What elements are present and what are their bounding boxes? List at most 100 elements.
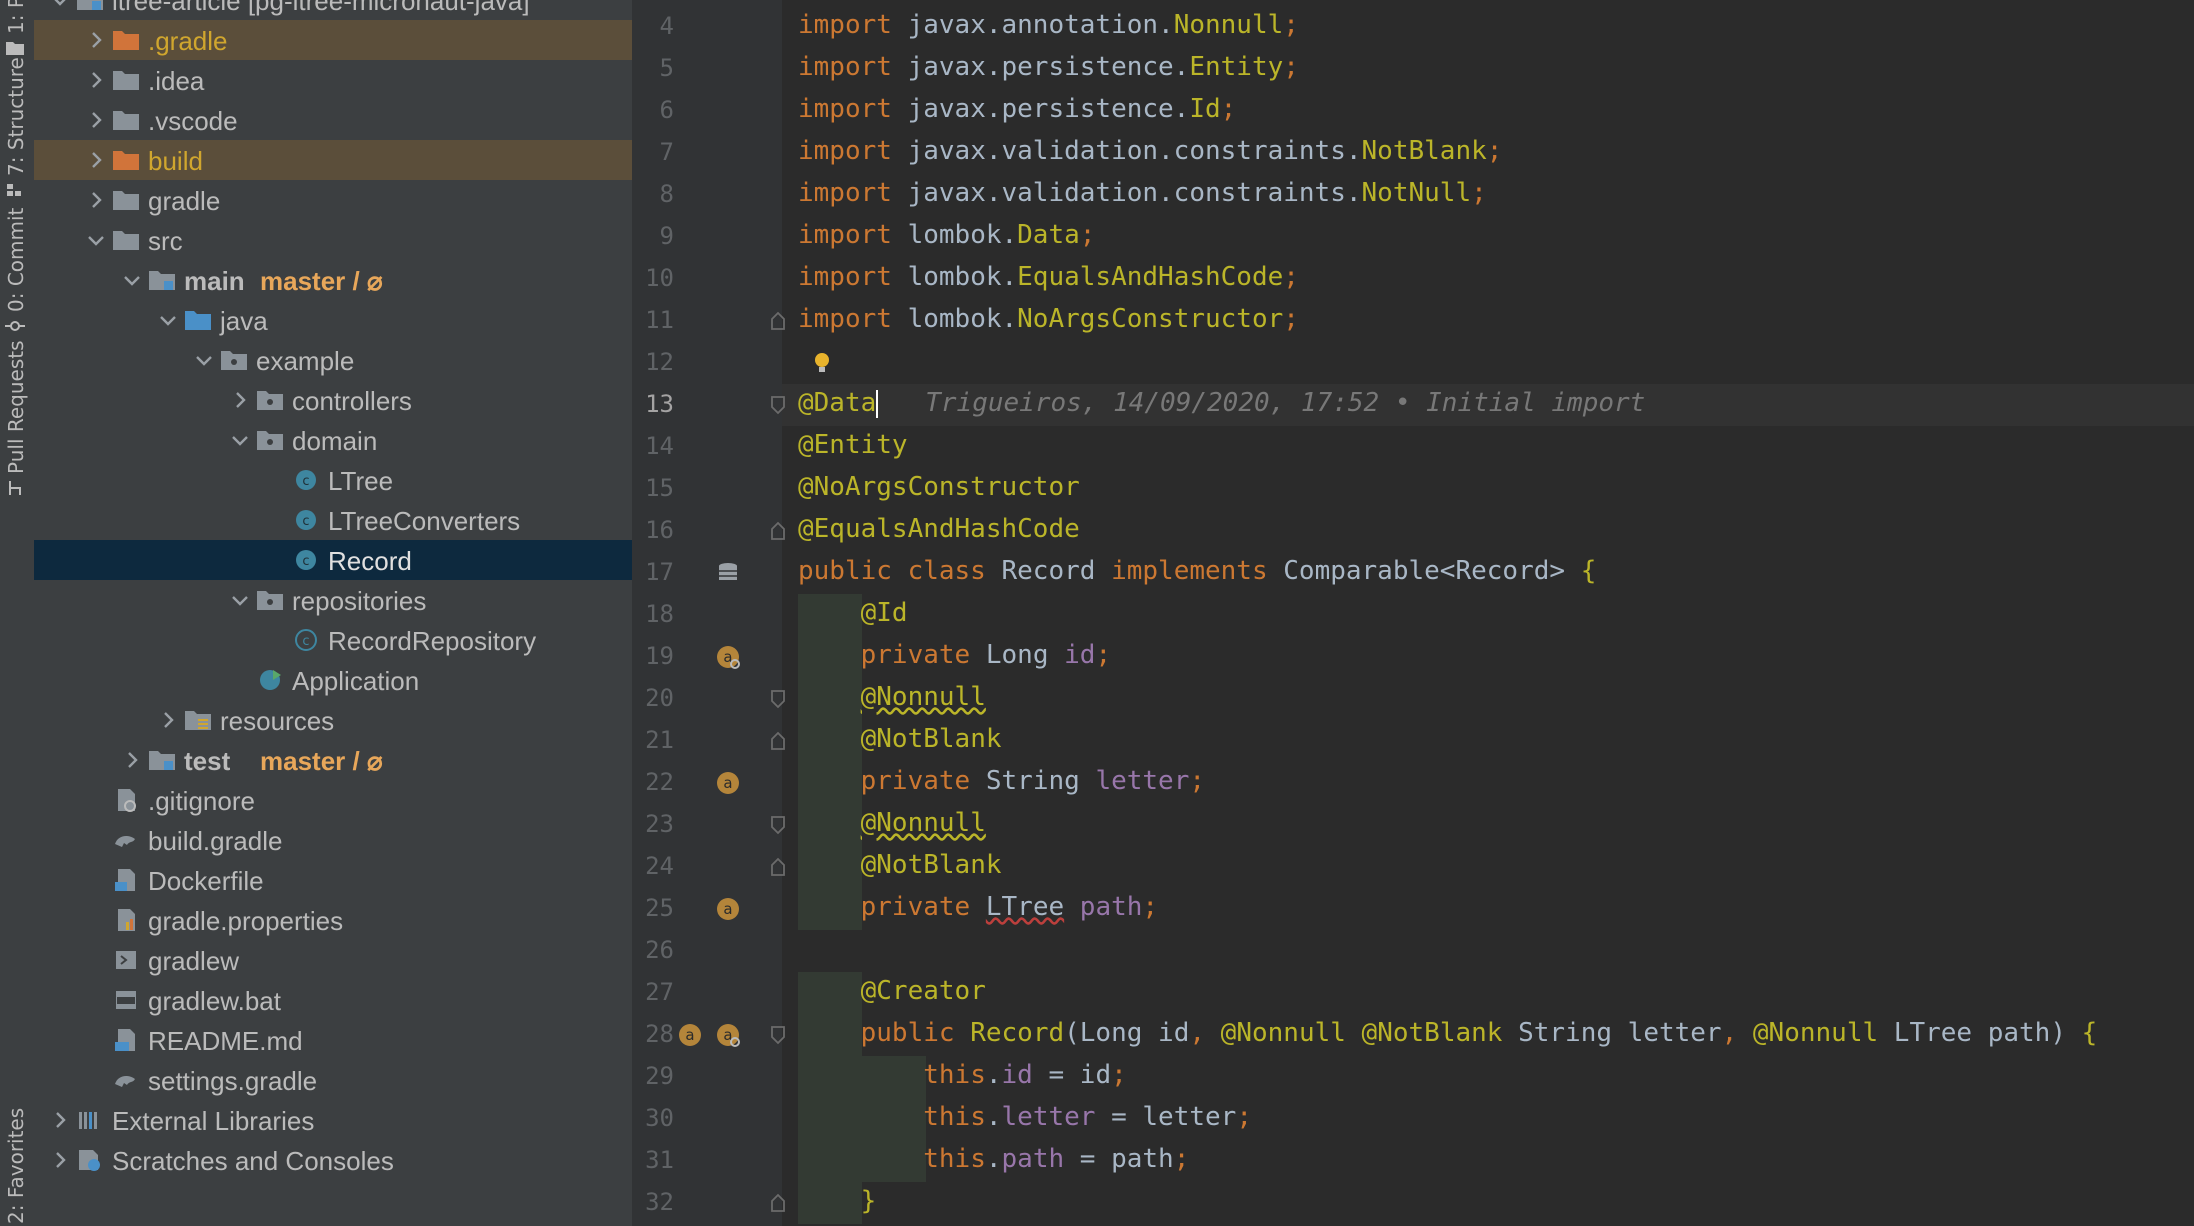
tree-item[interactable]: resources — [34, 700, 632, 740]
jpa-attribute-icon[interactable]: a — [678, 1023, 702, 1047]
chevron-right-icon[interactable] — [86, 150, 106, 170]
code-line[interactable]: import javax.validation.constraints.NotB… — [798, 136, 1502, 166]
tree-item[interactable]: gradle — [34, 180, 632, 220]
tree-item[interactable]: .vscode — [34, 100, 632, 140]
tree-item[interactable]: settings.gradle — [34, 1060, 632, 1100]
tree-item[interactable]: c LTree — [34, 460, 632, 500]
fold-icon[interactable] — [766, 687, 790, 711]
jpa-attribute-icon[interactable]: a — [716, 897, 740, 921]
lightbulb-icon[interactable] — [810, 351, 834, 375]
tree-item[interactable]: ltree-article [pg-ltree-micronaut-java] — [34, 0, 632, 20]
code-token: . — [985, 1060, 1002, 1090]
jpa-attribute-id-icon[interactable]: a — [716, 1023, 740, 1047]
code-line[interactable]: this.id = id; — [798, 1060, 1127, 1090]
chevron-down-icon[interactable] — [230, 590, 250, 610]
tree-item[interactable]: External Libraries — [34, 1100, 632, 1140]
tree-item[interactable]: test master / ⌀ — [34, 740, 632, 780]
chevron-right-icon[interactable] — [158, 710, 178, 730]
tree-item[interactable]: README.md — [34, 1020, 632, 1060]
tree-item[interactable]: java — [34, 300, 632, 340]
code-line[interactable]: import lombok.Data; — [798, 220, 1095, 250]
fold-icon[interactable] — [766, 813, 790, 837]
tree-item[interactable]: build.gradle — [34, 820, 632, 860]
fold-icon[interactable] — [766, 1023, 790, 1047]
tree-item[interactable]: .gitignore — [34, 780, 632, 820]
chevron-right-icon[interactable] — [230, 390, 250, 410]
jpa-attribute-id-icon[interactable]: a — [716, 645, 740, 669]
code-line[interactable]: public class Record implements Comparabl… — [798, 556, 1596, 586]
code-line[interactable]: import lombok.EqualsAndHashCode; — [798, 262, 1299, 292]
code-line[interactable]: @Nonnull — [798, 808, 986, 838]
fold-icon[interactable] — [766, 393, 790, 417]
chevron-down-icon[interactable] — [50, 0, 70, 10]
tree-item[interactable]: Scratches and Consoles — [34, 1140, 632, 1180]
code-line[interactable]: @EqualsAndHashCode — [798, 514, 1080, 544]
fold-end-icon[interactable] — [766, 309, 790, 333]
chevron-down-icon[interactable] — [86, 230, 106, 250]
fold-end-icon[interactable] — [766, 855, 790, 879]
tab-pull-requests[interactable]: Pull Requests — [0, 340, 34, 506]
fold-end-icon[interactable] — [766, 519, 790, 543]
chevron-right-icon[interactable] — [122, 750, 142, 770]
code-line[interactable]: private LTree path; — [798, 892, 1158, 922]
tree-item[interactable]: main master / ⌀ — [34, 260, 632, 300]
chevron-right-icon[interactable] — [86, 110, 106, 130]
code-line[interactable]: @NoArgsConstructor — [798, 472, 1080, 502]
database-icon[interactable] — [716, 561, 740, 585]
tree-item[interactable]: controllers — [34, 380, 632, 420]
code-line[interactable]: private String letter; — [798, 766, 1205, 796]
code-line[interactable]: @Nonnull — [798, 682, 986, 712]
chevron-down-icon[interactable] — [194, 350, 214, 370]
jpa-attribute-icon[interactable]: a — [716, 771, 740, 795]
code-line[interactable]: import javax.persistence.Id; — [798, 94, 1236, 124]
fold-end-icon[interactable] — [766, 1191, 790, 1215]
chevron-right-icon[interactable] — [86, 190, 106, 210]
code-token: ; — [1283, 304, 1299, 334]
code-line[interactable]: import javax.annotation.Nonnull; — [798, 10, 1299, 40]
tree-item[interactable]: domain — [34, 420, 632, 460]
chevron-right-icon[interactable] — [50, 1110, 70, 1130]
code-line[interactable]: } — [798, 1186, 877, 1216]
chevron-right-icon[interactable] — [50, 1150, 70, 1170]
code-line[interactable]: import lombok.NoArgsConstructor; — [798, 304, 1299, 334]
chevron-right-icon[interactable] — [86, 30, 106, 50]
code-line[interactable]: private Long id; — [798, 640, 1111, 670]
code-line[interactable]: import javax.validation.constraints.NotN… — [798, 178, 1487, 208]
code-line[interactable]: this.letter = letter; — [798, 1102, 1252, 1132]
code-line[interactable]: @Id — [798, 598, 908, 628]
tree-item[interactable]: build — [34, 140, 632, 180]
code-line[interactable]: @Data Trigueiros, 14/09/2020, 17:52 • In… — [798, 388, 1645, 418]
resources-folder-icon — [185, 711, 211, 730]
tree-item[interactable]: gradlew.bat — [34, 980, 632, 1020]
tree-item[interactable]: .gradle — [34, 20, 632, 60]
tree-item[interactable]: Application — [34, 660, 632, 700]
code-line[interactable]: @NotBlank — [798, 724, 1002, 754]
tree-item[interactable]: gradle.properties — [34, 900, 632, 940]
chevron-down-icon[interactable] — [158, 310, 178, 330]
fold-end-icon[interactable] — [766, 729, 790, 753]
tree-item[interactable]: Dockerfile — [34, 860, 632, 900]
chevron-down-icon[interactable] — [122, 270, 142, 290]
code-line[interactable]: public Record(Long id, @Nonnull @NotBlan… — [798, 1018, 2098, 1048]
code-line[interactable]: @Creator — [798, 976, 986, 1006]
code-line[interactable]: this.path = path; — [798, 1144, 1189, 1174]
tab-structure[interactable]: 7: Structure — [0, 57, 34, 204]
chevron-right-icon[interactable] — [86, 70, 106, 90]
chevron-down-icon[interactable] — [230, 430, 250, 450]
tree-item[interactable]: gradlew — [34, 940, 632, 980]
code-line[interactable]: import javax.persistence.Entity; — [798, 52, 1299, 82]
tree-item[interactable]: .idea — [34, 60, 632, 100]
code-editor[interactable]: 4 5 6 7 8 9 10 11 12 13 14 15 16 17 18 19 20 21 22 23 24 25 26… — [632, 0, 2194, 1226]
tree-item[interactable]: example — [34, 340, 632, 380]
tab-commit[interactable]: 0: Commit — [0, 208, 34, 340]
tree-item[interactable]: c LTreeConverters — [34, 500, 632, 540]
tree-item[interactable]: src — [34, 220, 632, 260]
code-token: , — [1721, 1018, 1753, 1048]
tree-item[interactable]: c Record — [34, 540, 632, 580]
tree-item-label: gradlew.bat — [148, 986, 281, 1016]
tree-item[interactable]: repositories — [34, 580, 632, 620]
tree-item[interactable]: c RecordRepository — [34, 620, 632, 660]
tab-favorites[interactable]: 2: Favorites — [0, 780, 34, 1226]
code-line[interactable]: @Entity — [798, 430, 908, 460]
code-line[interactable]: @NotBlank — [798, 850, 1002, 880]
